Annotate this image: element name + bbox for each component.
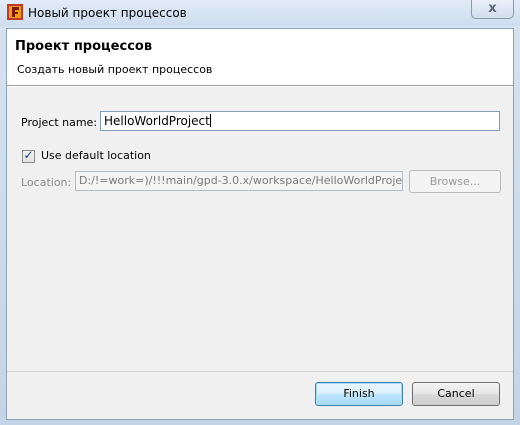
project-name-value: HelloWorldProject xyxy=(104,114,210,128)
title-bar[interactable]: Новый проект процессов x xyxy=(0,0,520,26)
location-value: D:/!=work=)/!!!main/gpd-3.0.x/workspace/… xyxy=(79,174,403,187)
text-caret xyxy=(209,114,211,127)
banner-separator xyxy=(7,85,513,87)
wizard-banner: Проект процессов Создать новый проект пр… xyxy=(7,29,513,85)
close-button[interactable]: x xyxy=(471,0,514,19)
wizard-description: Создать новый проект процессов xyxy=(17,63,213,76)
footer-separator xyxy=(7,371,513,372)
browse-button[interactable]: Browse... xyxy=(409,170,501,193)
dialog-window: Новый проект процессов x Проект процессо… xyxy=(0,0,520,425)
dialog-client-area: Проект процессов Создать новый проект пр… xyxy=(6,28,514,420)
cancel-button[interactable]: Cancel xyxy=(412,382,500,406)
window-title: Новый проект процессов xyxy=(28,6,187,20)
project-name-input[interactable]: HelloWorldProject xyxy=(100,111,500,131)
wizard-title: Проект процессов xyxy=(15,39,153,54)
finish-button[interactable]: Finish xyxy=(315,382,403,406)
project-name-label: Project name: xyxy=(21,116,98,129)
location-input[interactable]: D:/!=work=)/!!!main/gpd-3.0.x/workspace/… xyxy=(75,171,403,191)
use-default-location-label[interactable]: Use default location xyxy=(41,149,151,162)
location-label: Location: xyxy=(21,176,72,189)
check-icon: ✓ xyxy=(23,148,34,162)
use-default-location-checkbox[interactable]: ✓ xyxy=(22,148,35,163)
app-logo-icon xyxy=(7,4,23,20)
close-icon: x xyxy=(488,1,497,16)
